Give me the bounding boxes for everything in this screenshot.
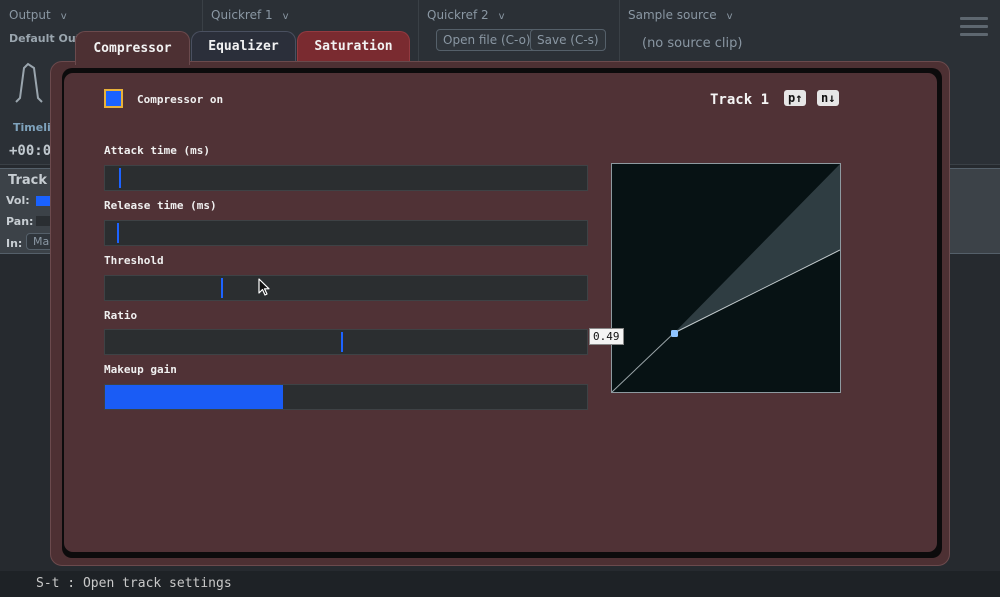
chevron-down-icon: v [60, 11, 67, 22]
attack-label: Attack time (ms) [104, 144, 210, 157]
vol-label: Vol: [6, 194, 30, 207]
quickref1-title-label: Quickref 1 [211, 8, 273, 22]
next-track-button[interactable]: n↓ [817, 90, 840, 106]
mouse-cursor-icon [258, 278, 270, 296]
threshold-point[interactable] [671, 330, 678, 337]
quickref2-title-label: Quickref 2 [427, 8, 489, 22]
status-hint: S-t : Open track settings [36, 576, 232, 591]
threshold-label: Threshold [104, 254, 164, 267]
quickref2-title[interactable]: Quickref 2 v [427, 8, 505, 22]
open-file-button[interactable]: Open file (C-o) [436, 29, 538, 51]
chevron-down-icon: v [498, 11, 505, 22]
no-source-label: (no source clip) [642, 36, 743, 51]
attack-slider[interactable] [104, 165, 588, 191]
threshold-slider[interactable] [104, 275, 588, 301]
tab-compressor[interactable]: Compressor [75, 31, 190, 65]
quickref1-title[interactable]: Quickref 1 v [211, 8, 289, 22]
compression-curve-svg [611, 164, 841, 393]
in-label: In: [6, 237, 23, 250]
menu-icon[interactable] [960, 17, 988, 41]
threshold-slider-handle[interactable] [221, 278, 223, 298]
ratio-label: Ratio [104, 309, 138, 322]
sample-source-title[interactable]: Sample source v [628, 8, 733, 22]
compressor-enabled-checkbox[interactable] [104, 89, 123, 108]
compression-region [674, 164, 840, 333]
waveform-preview [15, 62, 43, 103]
makeup-gain-label: Makeup gain [104, 363, 177, 376]
prev-track-button[interactable]: p↑ [784, 90, 807, 106]
save-button[interactable]: Save (C-s) [530, 29, 606, 51]
attack-slider-handle[interactable] [119, 168, 121, 188]
ratio-slider[interactable] [104, 329, 588, 355]
compression-curve-graph [611, 163, 841, 393]
pan-label: Pan: [6, 215, 34, 228]
tab-equalizer[interactable]: Equalizer [191, 31, 296, 61]
tab-saturation[interactable]: Saturation [297, 31, 410, 61]
ratio-value-tooltip: 0.49 [589, 328, 624, 345]
output-title[interactable]: Output v [9, 8, 67, 22]
compressor-enabled-label: Compressor on [137, 93, 224, 106]
release-label: Release time (ms) [104, 199, 217, 212]
makeup-gain-fill [105, 385, 283, 409]
chevron-down-icon: v [726, 11, 733, 22]
release-slider[interactable] [104, 220, 588, 246]
output-title-label: Output [9, 8, 51, 22]
sample-source-title-label: Sample source [628, 8, 717, 22]
release-slider-handle[interactable] [117, 223, 119, 243]
track-name: Track 1 [710, 92, 770, 108]
makeup-gain-slider[interactable] [104, 384, 588, 410]
chevron-down-icon: v [282, 11, 289, 22]
ratio-slider-handle[interactable] [341, 332, 343, 352]
